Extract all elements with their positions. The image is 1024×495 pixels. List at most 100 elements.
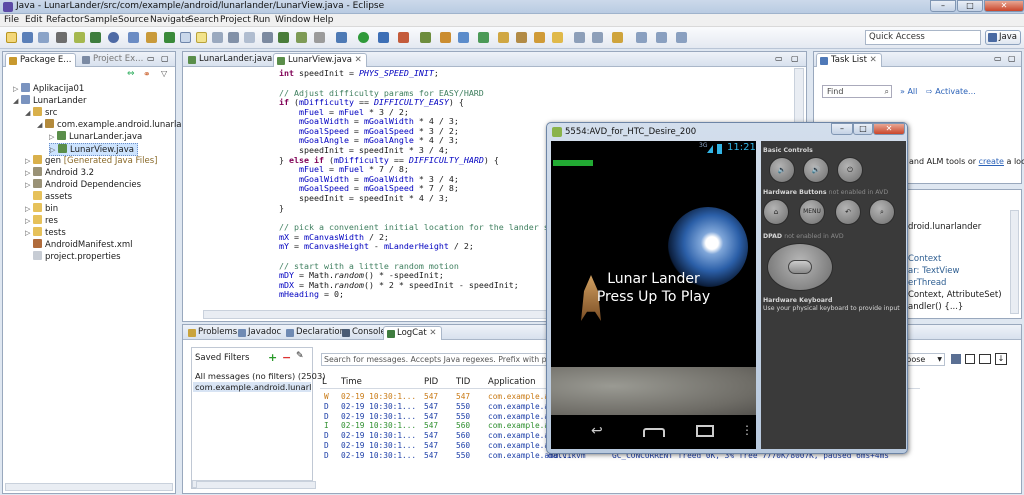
tree-folder-gen[interactable]: ▷ gen [Generated Java Files]: [25, 155, 157, 166]
scroll-lock-icon[interactable]: ↓: [995, 353, 1007, 365]
tree-lib-dependencies[interactable]: ▷ Android Dependencies: [25, 179, 141, 190]
search-icon[interactable]: [534, 32, 545, 43]
search-icon[interactable]: ⌕: [869, 199, 895, 225]
menu-project[interactable]: Project: [220, 15, 251, 25]
code-line[interactable]: speedInit = speedInit * 3 / 4;: [279, 145, 449, 155]
col-tid[interactable]: TID: [456, 377, 470, 387]
close-tab-icon[interactable]: ✕: [429, 328, 436, 338]
home-icon[interactable]: ⌂: [763, 199, 789, 225]
tree-package[interactable]: ◢ com.example.android.lunarlande: [37, 119, 198, 130]
toggle-filters-icon[interactable]: [979, 354, 991, 364]
log-tid[interactable]: 550: [456, 402, 470, 411]
menu-help[interactable]: Help: [313, 15, 334, 25]
remove-filter-icon[interactable]: −: [282, 351, 291, 364]
menu-sample[interactable]: Sample: [84, 15, 118, 25]
tree-folder-assets[interactable]: assets: [25, 191, 72, 202]
prev-annotation-icon[interactable]: [592, 32, 603, 43]
save-log-icon[interactable]: [951, 354, 961, 364]
col-level[interactable]: L: [322, 377, 327, 387]
task-find-field[interactable]: Find ⌕: [822, 85, 892, 98]
code-line[interactable]: mHeading = 0;: [279, 289, 344, 299]
menu-navigate[interactable]: Navigate: [150, 15, 190, 25]
open-resource-icon[interactable]: [516, 32, 527, 43]
log-tid[interactable]: 547: [456, 392, 470, 401]
log-level[interactable]: D: [324, 441, 329, 450]
explorer-h-scrollbar[interactable]: [5, 483, 173, 491]
close-tab-icon[interactable]: ✕: [870, 55, 877, 65]
recents-nav-icon[interactable]: [696, 425, 714, 437]
close-tab-icon[interactable]: ✕: [355, 55, 362, 65]
device-screen[interactable]: 3G 11:21 Lunar Lander Press Up To Play ↩…: [551, 141, 756, 449]
view-menu-icon[interactable]: ▽: [161, 69, 167, 78]
emulator-maximize-button[interactable]: □: [853, 123, 873, 135]
log-level[interactable]: D: [324, 451, 329, 460]
log-time[interactable]: 02-19 10:30:1...: [341, 441, 416, 450]
code-line[interactable]: mDY = Math.random() * -speedInit;: [279, 270, 444, 280]
outline-item[interactable]: andler() {...}: [908, 302, 963, 312]
code-line[interactable]: mY = mCanvasHeight - mLanderHeight / 2;: [279, 241, 474, 251]
new-android-xml-icon[interactable]: [440, 32, 451, 43]
menu-refactor[interactable]: Refactor: [46, 15, 84, 25]
forward-icon[interactable]: [656, 32, 667, 43]
new-java-project-icon[interactable]: [128, 32, 139, 43]
code-line[interactable]: }: [279, 203, 284, 213]
edit-filter-icon[interactable]: ✎: [296, 351, 304, 361]
pin-icon[interactable]: [676, 32, 687, 43]
show-whitespace-icon[interactable]: [244, 32, 255, 43]
external-run-icon[interactable]: [398, 32, 409, 43]
filter-all-messages[interactable]: All messages (no filters) (2503): [195, 371, 325, 381]
add-filter-icon[interactable]: +: [268, 351, 277, 364]
skip-breakpoints-icon[interactable]: [314, 32, 325, 43]
code-line[interactable]: mGoalAngle = mGoalAngle * 4 / 3;: [279, 135, 459, 145]
create-link[interactable]: create: [979, 157, 1004, 166]
tree-project-lunarlander[interactable]: ◢ LunarLander: [13, 95, 87, 106]
code-line[interactable]: int speedInit = PHYS_SPEED_INIT;: [279, 68, 439, 78]
tab-project-explorer[interactable]: Project Ex...: [79, 53, 147, 67]
minimize-button[interactable]: –: [930, 0, 956, 12]
menu-search[interactable]: Search: [188, 15, 219, 25]
back-icon[interactable]: [636, 32, 647, 43]
log-pid[interactable]: 547: [424, 451, 438, 460]
dpad-center[interactable]: [788, 260, 812, 274]
lint-icon[interactable]: [108, 32, 119, 43]
log-time[interactable]: 02-19 10:30:1...: [341, 412, 416, 421]
log-tid[interactable]: 550: [456, 412, 470, 421]
back-icon[interactable]: ↶: [835, 199, 861, 225]
tree-project-aplikacija01[interactable]: ▷ Aplikacija01: [13, 83, 84, 94]
new-icon[interactable]: [6, 32, 17, 43]
tree-lib-android[interactable]: ▷ Android 3.2: [25, 167, 94, 178]
close-button[interactable]: ✕: [984, 0, 1024, 12]
new-class-icon[interactable]: [164, 32, 175, 43]
volume-down-icon[interactable]: 🔈: [769, 157, 795, 183]
dpad[interactable]: [767, 243, 833, 291]
outline-item[interactable]: Context: [908, 254, 941, 264]
next-annotation-icon[interactable]: [574, 32, 585, 43]
col-application[interactable]: Application: [488, 377, 536, 387]
new-package-icon[interactable]: [146, 32, 157, 43]
log-app[interactable]: com.example.a: [488, 412, 549, 421]
home-nav-icon[interactable]: [643, 428, 665, 437]
tree-file-properties[interactable]: project.properties: [33, 251, 121, 262]
log-app[interactable]: com.example.a: [488, 421, 549, 430]
log-time[interactable]: 02-19 10:30:1...: [341, 431, 416, 440]
coverage-icon[interactable]: [378, 32, 389, 43]
open-task-icon[interactable]: [498, 32, 509, 43]
build-icon[interactable]: [296, 32, 307, 43]
menu-edit[interactable]: Edit: [25, 15, 42, 25]
tab-lunarlander-java[interactable]: LunarLander.java: [185, 53, 276, 67]
code-line[interactable]: mFuel = mFuel * 7 / 8;: [279, 164, 409, 174]
power-icon[interactable]: ⏻: [837, 157, 863, 183]
menu-file[interactable]: File: [4, 15, 19, 25]
tab-lunarview-java[interactable]: LunarView.java ✕: [273, 53, 367, 67]
log-level[interactable]: D: [324, 402, 329, 411]
logcat-search-field[interactable]: Search for messages. Accepts Java regexe…: [321, 353, 551, 366]
android-sdk-icon[interactable]: [74, 32, 85, 43]
filter-lunarlander[interactable]: com.example.android.lunarlande: [193, 382, 311, 392]
log-app[interactable]: com.example.a: [488, 431, 549, 440]
logcat-h-scrollbar[interactable]: [196, 481, 316, 489]
emulator-close-button[interactable]: ✕: [873, 123, 905, 135]
save-all-icon[interactable]: [38, 32, 49, 43]
overflow-menu-icon[interactable]: ⋮: [741, 423, 753, 437]
log-pid[interactable]: 547: [424, 392, 438, 401]
col-time[interactable]: Time: [341, 377, 362, 387]
